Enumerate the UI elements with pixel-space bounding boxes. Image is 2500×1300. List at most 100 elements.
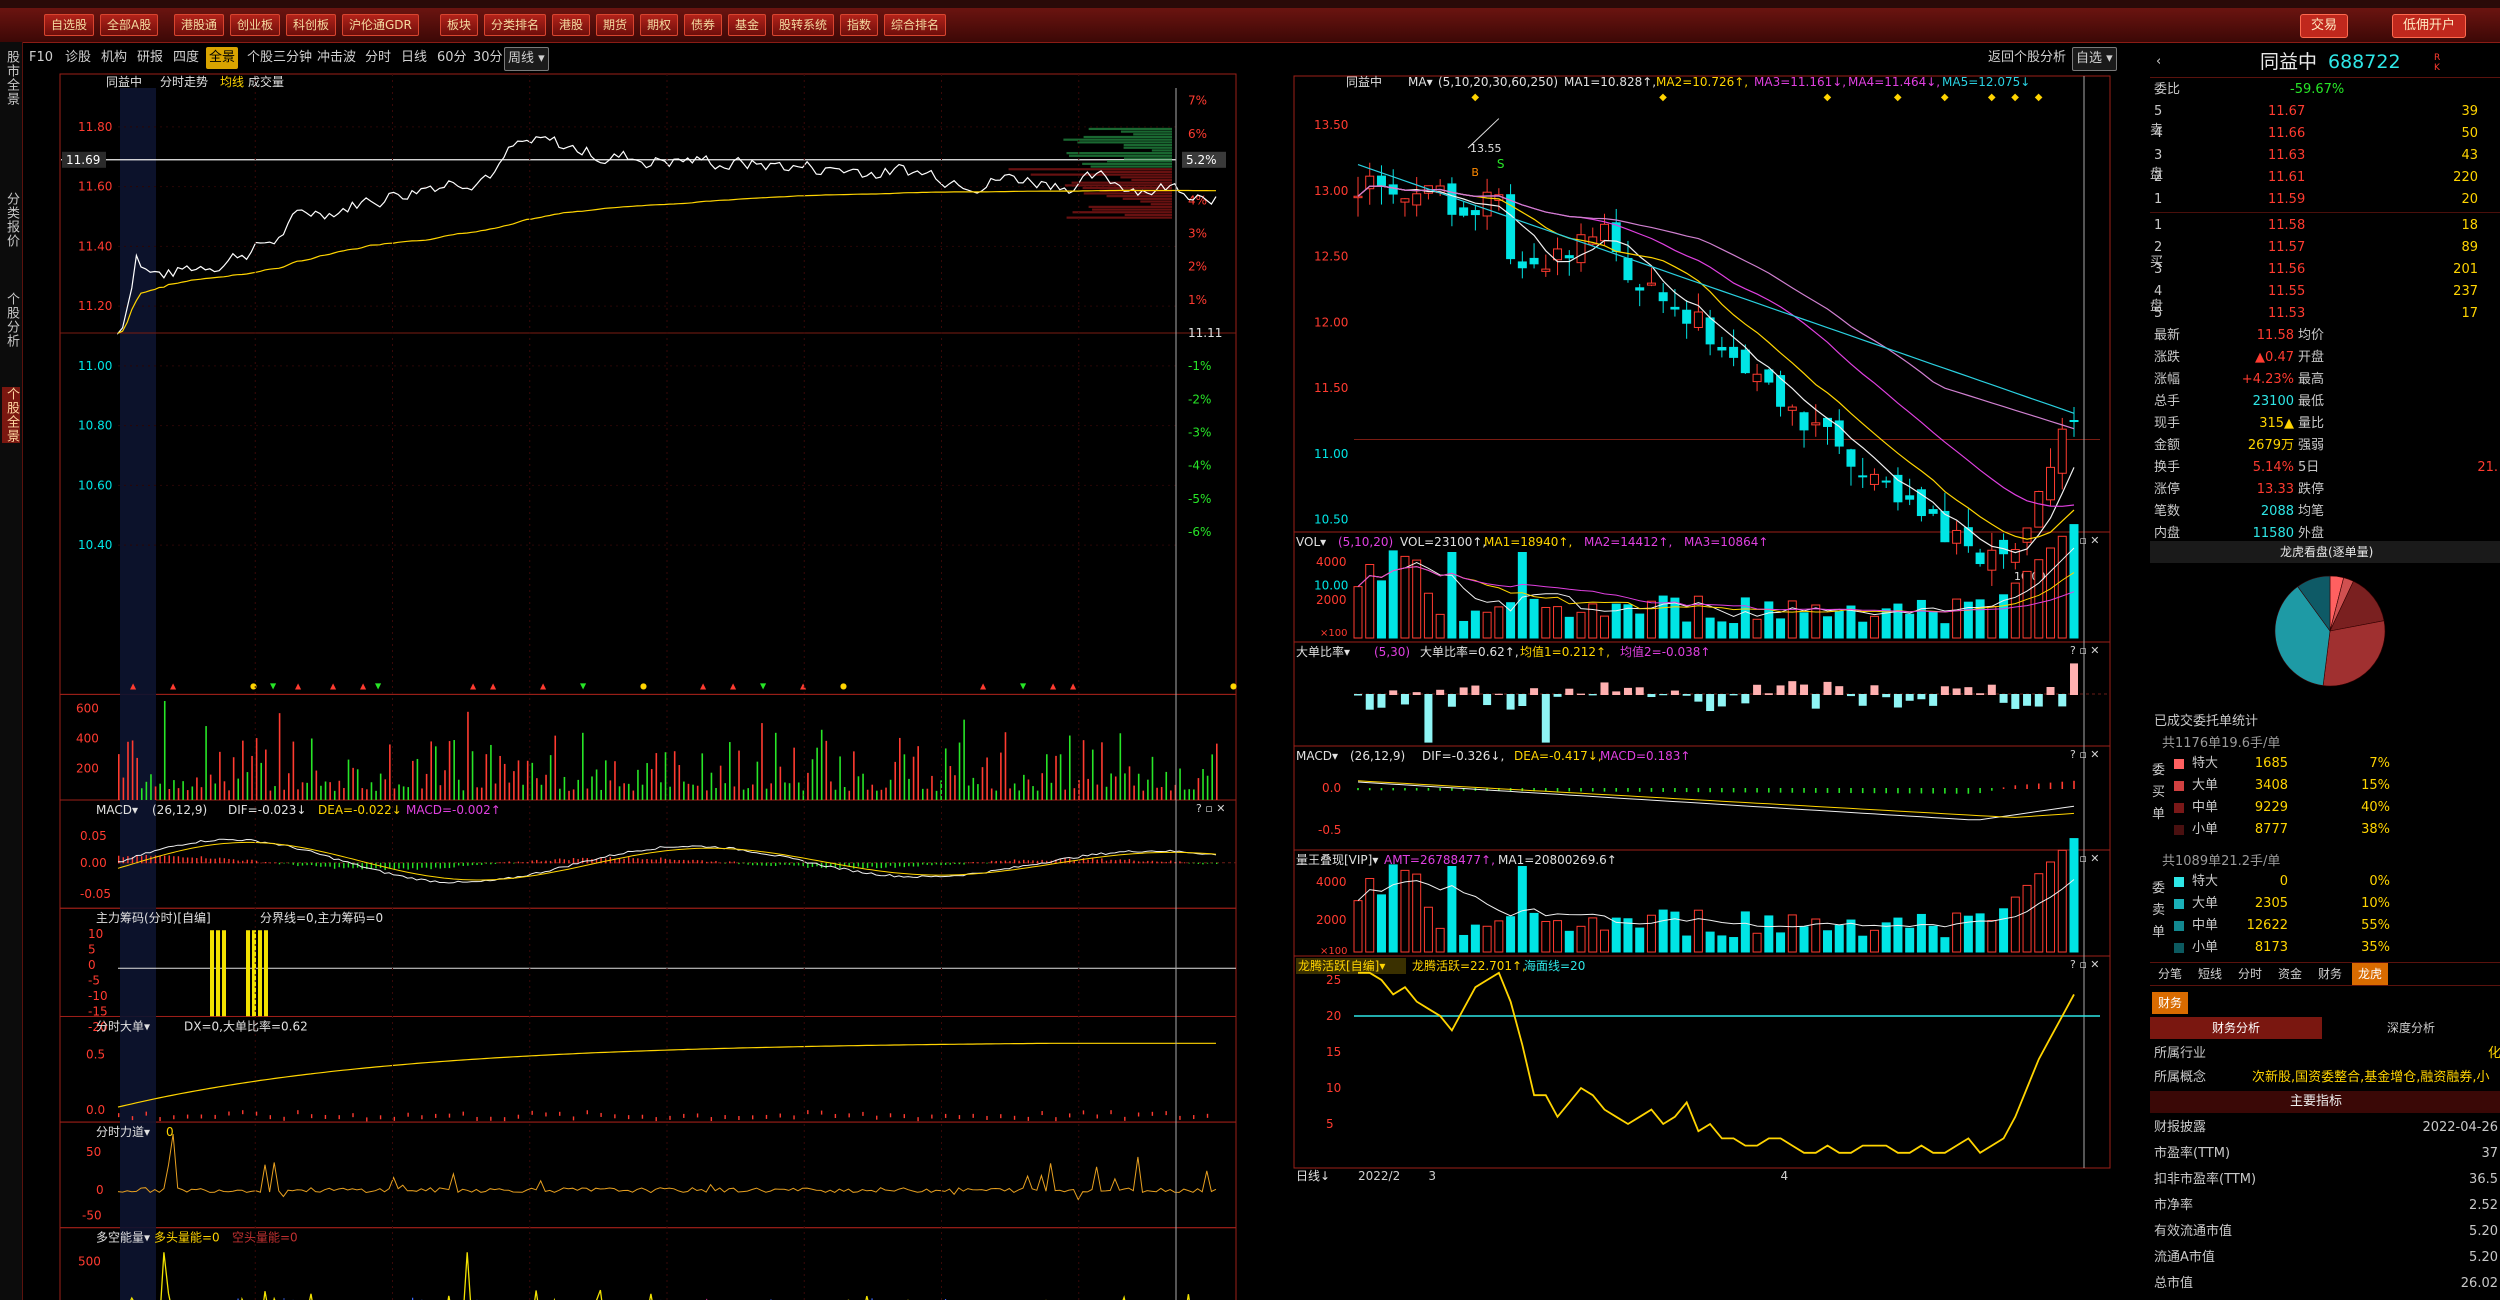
daily-chart-area[interactable]: 同益中 MA▾ (5,10,20,30,60,250) MA1=10.828↑, MA2…	[1290, 72, 2148, 1300]
toolbar-item-6[interactable]: 板块	[440, 14, 479, 36]
subbar-item-3[interactable]: 研报	[134, 47, 166, 69]
legend-swatch	[2174, 759, 2184, 769]
toolbar-item-10[interactable]: 期权	[640, 14, 679, 36]
macd-bar	[338, 862, 340, 868]
macd-bar	[416, 862, 419, 870]
intraday-title: 分时走势	[160, 75, 208, 89]
sidebar-tab-4[interactable]: 财务	[2312, 963, 2348, 985]
lidao-tick: 50	[86, 1145, 101, 1159]
subbar-item-11[interactable]: 30分	[470, 47, 506, 69]
toolbar-item-7[interactable]: 分类排名	[484, 14, 547, 36]
daily-lw-bar	[1893, 917, 1903, 953]
macd-bar	[402, 862, 405, 869]
tab-fin-analysis[interactable]: 财务分析	[2150, 1017, 2322, 1039]
subbar-item-6[interactable]: 个股三分钟	[244, 47, 315, 69]
sidebar-tab-1[interactable]: 短线	[2192, 963, 2228, 985]
macd-bar	[471, 862, 474, 866]
daily-vol-params: (5,10,20)	[1338, 535, 1393, 549]
macd-bar	[563, 859, 566, 864]
macd-bar	[683, 859, 685, 864]
candle-body	[1823, 417, 1833, 427]
trade-button[interactable]: 交易	[2300, 14, 2349, 38]
subbar-item-9[interactable]: 日线	[398, 47, 430, 69]
macd-bar	[1142, 861, 1144, 864]
macd-bar	[931, 862, 933, 866]
tab-finance[interactable]: 财务	[2152, 992, 2189, 1014]
fin-key: 有效流通市值	[2154, 1224, 2233, 1239]
dadan-tick-bar	[655, 1117, 657, 1122]
toolbar-item-0[interactable]: 自选股	[44, 14, 95, 36]
volume-bar	[228, 790, 230, 800]
subbar-item-1[interactable]: 诊股	[62, 47, 94, 69]
dadan-tick-bar	[876, 1115, 878, 1120]
back-to-analysis-button[interactable]: 返回个股分析	[1985, 47, 2069, 69]
toolbar-item-4[interactable]: 科创板	[286, 14, 337, 36]
level-price: 11.59	[2268, 192, 2306, 207]
vtab-category-quote[interactable]: 分类报价	[2, 192, 20, 248]
subbar-item-7[interactable]: 冲击波	[314, 47, 359, 69]
macd-bar	[168, 855, 170, 864]
toolbar-item-15[interactable]: 综合排名	[884, 14, 947, 36]
toolbar-item-12[interactable]: 基金	[728, 14, 767, 36]
vtab-stock-panorama[interactable]: 个股全景	[2, 387, 20, 443]
subbar-item-12[interactable]: 周线 ▾	[504, 47, 549, 71]
subbar-item-4[interactable]: 四度	[170, 47, 202, 69]
daily-lt-window-controls: ? ▫ ✕	[2070, 958, 2100, 971]
back-icon[interactable]: ‹	[2156, 47, 2161, 77]
toolbar-item-11[interactable]: 债券	[684, 14, 723, 36]
toolbar-item-2[interactable]: 港股通	[174, 14, 225, 36]
subbar-item-0[interactable]: F10	[26, 47, 56, 69]
toolbar-item-5[interactable]: 沪伦通GDR	[342, 14, 419, 36]
price-tick: 10.80	[78, 419, 112, 433]
vtab-market-overview[interactable]: 股市全景	[2, 50, 20, 106]
sell-total-row: 共1089单21.2手/单	[2150, 851, 2500, 873]
level-volume: 89	[2461, 240, 2478, 255]
watchlist-select[interactable]: 自选 ▾	[2072, 47, 2117, 71]
zhuli-bar	[264, 930, 268, 1017]
tab-deep-analysis[interactable]: 深度分析	[2330, 1017, 2492, 1039]
toolbar-item-1[interactable]: 全部A股	[100, 14, 159, 36]
signal-marker: ▲	[980, 681, 987, 690]
toolbar-item-3[interactable]: 创业板	[230, 14, 281, 36]
candle-body	[1670, 306, 1680, 310]
volume-bar	[265, 749, 267, 800]
macd-dif: DIF=-0.023↓	[228, 803, 306, 817]
stat-key: 特大	[2192, 874, 2219, 889]
volume-bar	[958, 742, 961, 800]
daily-macd-bar	[1908, 788, 1911, 794]
fin-value: 5.20	[2469, 1224, 2498, 1239]
candle-body	[1682, 309, 1692, 324]
subbar-item-8[interactable]: 分时	[362, 47, 394, 69]
macd-bar	[182, 857, 184, 864]
vtab-stock-analysis[interactable]: 个股分析	[2, 292, 20, 348]
sidebar-tab-5[interactable]: 龙虎	[2352, 963, 2389, 985]
signal-marker: ▲	[295, 681, 302, 690]
sidebar-tab-0[interactable]: 分笔	[2152, 963, 2188, 985]
toolbar-item-13[interactable]: 股转系统	[772, 14, 835, 36]
sidebar-tab-3[interactable]: 资金	[2272, 963, 2308, 985]
toolbar-item-9[interactable]: 期货	[596, 14, 635, 36]
candle-body	[1811, 422, 1821, 426]
volume-bar	[903, 754, 906, 800]
volume-bar	[1023, 774, 1025, 800]
price-volume-bar	[1063, 138, 1172, 141]
subbar-item-2[interactable]: 机构	[98, 47, 130, 69]
daily-vol-ma2: MA2=14412↑,	[1584, 535, 1672, 549]
dadan-tick-bar	[379, 1115, 382, 1120]
subbar-item-5[interactable]: 全景	[206, 47, 239, 69]
daily-lw-bar	[1541, 920, 1551, 953]
subbar-item-10[interactable]: 60分	[434, 47, 470, 69]
daily-vol-bar	[1717, 621, 1727, 639]
intraday-chart-area[interactable]: 同益中 分时走势 均线 成交量 11.80 11.60 11.40 11.20 11.00 10.…	[24, 72, 1290, 1300]
daily-lw-bar	[2069, 838, 2079, 953]
open-account-button[interactable]: 低佣开户	[2392, 14, 2467, 38]
sidebar-tab-2[interactable]: 分时	[2232, 963, 2268, 985]
daily-dadan-value: 大单比率=0.62↑,	[1420, 644, 1519, 659]
macd-bar	[944, 862, 947, 865]
lhb-title: 龙虎看盘(逐单量)	[2280, 545, 2374, 559]
toolbar-item-14[interactable]: 指数	[840, 14, 879, 36]
toolbar-item-8[interactable]: 港股	[552, 14, 591, 36]
macd-bar	[457, 862, 460, 866]
macd-bar	[173, 856, 175, 864]
macd-bar	[219, 857, 221, 864]
